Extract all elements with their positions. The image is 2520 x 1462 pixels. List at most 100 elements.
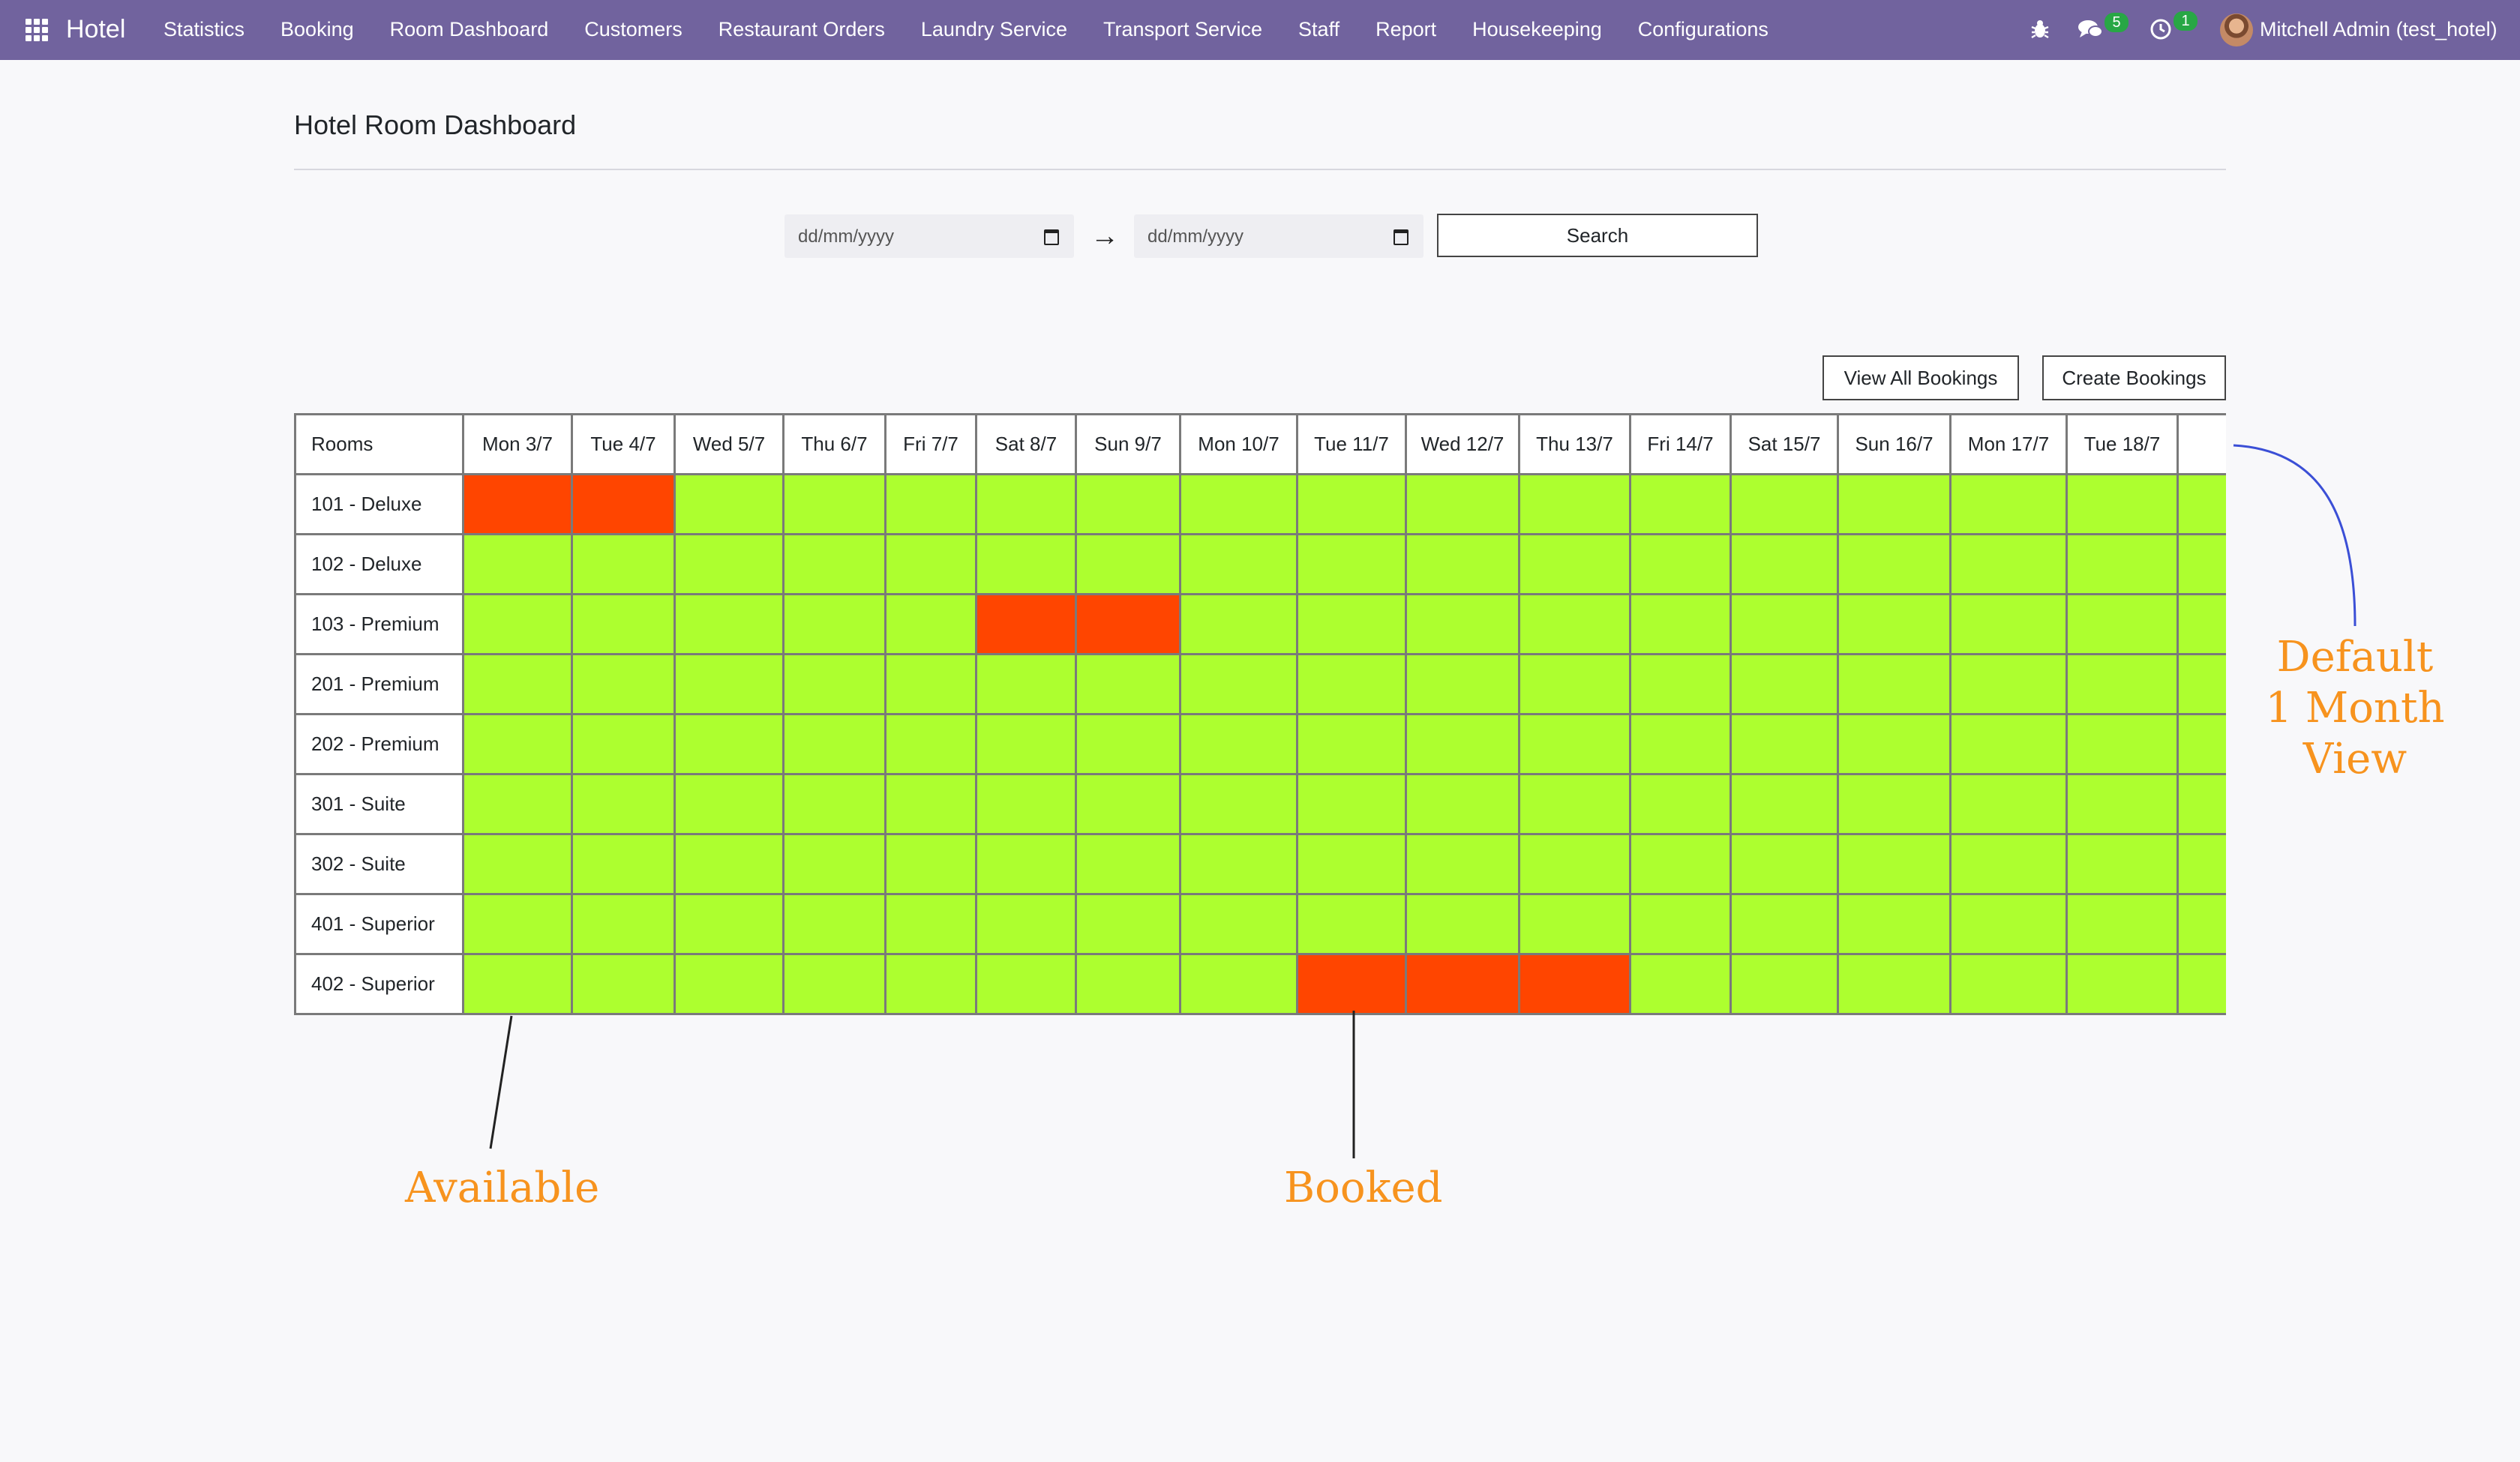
available-day-cell[interactable]: [2176, 953, 2226, 1015]
available-day-cell[interactable]: [1730, 593, 1839, 655]
available-day-cell[interactable]: [571, 533, 676, 595]
booked-day-cell[interactable]: [1075, 593, 1181, 655]
available-day-cell[interactable]: [674, 473, 784, 535]
available-day-cell[interactable]: [462, 593, 573, 655]
available-day-cell[interactable]: [462, 773, 573, 835]
available-day-cell[interactable]: [1405, 593, 1520, 655]
available-day-cell[interactable]: [1518, 893, 1631, 955]
available-day-cell[interactable]: [782, 833, 886, 895]
available-day-cell[interactable]: [2066, 773, 2179, 835]
menu-item-statistics[interactable]: Statistics: [164, 18, 244, 41]
available-day-cell[interactable]: [2066, 953, 2179, 1015]
available-day-cell[interactable]: [571, 833, 676, 895]
available-day-cell[interactable]: [1075, 833, 1181, 895]
available-day-cell[interactable]: [1405, 893, 1520, 955]
view-all-bookings-button[interactable]: View All Bookings: [1822, 355, 2019, 400]
available-day-cell[interactable]: [1296, 893, 1407, 955]
booked-day-cell[interactable]: [975, 593, 1077, 655]
available-day-cell[interactable]: [571, 653, 676, 715]
available-day-cell[interactable]: [1075, 533, 1181, 595]
available-day-cell[interactable]: [1949, 773, 2068, 835]
available-day-cell[interactable]: [674, 533, 784, 595]
available-day-cell[interactable]: [1837, 473, 1952, 535]
available-day-cell[interactable]: [462, 953, 573, 1015]
available-day-cell[interactable]: [1179, 533, 1298, 595]
available-day-cell[interactable]: [571, 713, 676, 775]
available-day-cell[interactable]: [462, 713, 573, 775]
available-day-cell[interactable]: [1075, 953, 1181, 1015]
available-day-cell[interactable]: [1730, 473, 1839, 535]
activities-clock-icon[interactable]: [2150, 18, 2172, 44]
available-day-cell[interactable]: [1629, 653, 1732, 715]
available-day-cell[interactable]: [1518, 473, 1631, 535]
available-day-cell[interactable]: [884, 893, 977, 955]
available-day-cell[interactable]: [674, 833, 784, 895]
available-day-cell[interactable]: [1179, 833, 1298, 895]
booked-day-cell[interactable]: [1405, 953, 1520, 1015]
available-day-cell[interactable]: [674, 953, 784, 1015]
available-day-cell[interactable]: [1075, 473, 1181, 535]
available-day-cell[interactable]: [571, 953, 676, 1015]
available-day-cell[interactable]: [782, 893, 886, 955]
available-day-cell[interactable]: [1730, 533, 1839, 595]
date-to-input[interactable]: dd/mm/yyyy: [1134, 214, 1424, 258]
calendar-icon[interactable]: [1044, 227, 1059, 245]
available-day-cell[interactable]: [1837, 833, 1952, 895]
available-day-cell[interactable]: [1730, 713, 1839, 775]
available-day-cell[interactable]: [1629, 593, 1732, 655]
available-day-cell[interactable]: [2176, 893, 2226, 955]
booked-day-cell[interactable]: [571, 473, 676, 535]
available-day-cell[interactable]: [674, 893, 784, 955]
available-day-cell[interactable]: [782, 593, 886, 655]
booked-day-cell[interactable]: [1518, 953, 1631, 1015]
available-day-cell[interactable]: [2066, 893, 2179, 955]
available-day-cell[interactable]: [1730, 833, 1839, 895]
available-day-cell[interactable]: [2066, 833, 2179, 895]
available-day-cell[interactable]: [1296, 473, 1407, 535]
available-day-cell[interactable]: [975, 953, 1077, 1015]
available-day-cell[interactable]: [975, 773, 1077, 835]
available-day-cell[interactable]: [975, 833, 1077, 895]
available-day-cell[interactable]: [571, 593, 676, 655]
user-avatar[interactable]: [2220, 13, 2253, 46]
available-day-cell[interactable]: [2176, 773, 2226, 835]
available-day-cell[interactable]: [2176, 473, 2226, 535]
available-day-cell[interactable]: [1837, 653, 1952, 715]
available-day-cell[interactable]: [884, 833, 977, 895]
available-day-cell[interactable]: [2066, 653, 2179, 715]
available-day-cell[interactable]: [1949, 473, 2068, 535]
available-day-cell[interactable]: [571, 773, 676, 835]
available-day-cell[interactable]: [1730, 893, 1839, 955]
available-day-cell[interactable]: [1518, 533, 1631, 595]
available-day-cell[interactable]: [2176, 593, 2226, 655]
available-day-cell[interactable]: [2066, 593, 2179, 655]
available-day-cell[interactable]: [884, 653, 977, 715]
booked-day-cell[interactable]: [1296, 953, 1407, 1015]
available-day-cell[interactable]: [1296, 833, 1407, 895]
booked-day-cell[interactable]: [462, 473, 573, 535]
available-day-cell[interactable]: [1730, 773, 1839, 835]
available-day-cell[interactable]: [782, 713, 886, 775]
available-day-cell[interactable]: [1296, 533, 1407, 595]
available-day-cell[interactable]: [1075, 653, 1181, 715]
available-day-cell[interactable]: [1949, 953, 2068, 1015]
available-day-cell[interactable]: [1405, 713, 1520, 775]
available-day-cell[interactable]: [1949, 893, 2068, 955]
menu-item-configurations[interactable]: Configurations: [1638, 18, 1768, 41]
available-day-cell[interactable]: [1179, 653, 1298, 715]
available-day-cell[interactable]: [782, 953, 886, 1015]
available-day-cell[interactable]: [884, 953, 977, 1015]
app-brand[interactable]: Hotel: [66, 15, 125, 44]
available-day-cell[interactable]: [1949, 653, 2068, 715]
available-day-cell[interactable]: [1405, 833, 1520, 895]
available-day-cell[interactable]: [1949, 533, 2068, 595]
menu-item-laundry-service[interactable]: Laundry Service: [921, 18, 1067, 41]
available-day-cell[interactable]: [2176, 653, 2226, 715]
available-day-cell[interactable]: [1837, 593, 1952, 655]
available-day-cell[interactable]: [2176, 533, 2226, 595]
available-day-cell[interactable]: [674, 593, 784, 655]
available-day-cell[interactable]: [462, 833, 573, 895]
available-day-cell[interactable]: [884, 473, 977, 535]
available-day-cell[interactable]: [1949, 713, 2068, 775]
menu-item-transport-service[interactable]: Transport Service: [1103, 18, 1262, 41]
